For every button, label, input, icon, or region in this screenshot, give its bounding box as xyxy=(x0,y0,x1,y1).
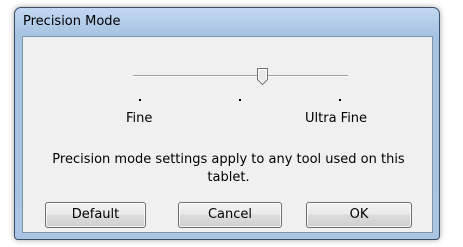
dialog-content: Fine Ultra Fine Precision mode settings … xyxy=(22,36,433,233)
default-button[interactable]: Default xyxy=(45,202,146,228)
dialog-title: Precision Mode xyxy=(23,14,121,29)
slider-label-ultra-fine: Ultra Fine xyxy=(305,111,368,126)
slider-tick-max xyxy=(339,99,341,101)
slider-tick-mid xyxy=(239,99,241,101)
precision-slider[interactable]: Fine Ultra Fine xyxy=(23,37,434,126)
slider-track[interactable] xyxy=(133,75,348,77)
ok-button[interactable]: OK xyxy=(306,202,412,228)
title-bar[interactable]: Precision Mode xyxy=(15,8,439,36)
slider-tick-min xyxy=(139,99,141,101)
slider-thumb[interactable] xyxy=(256,67,269,86)
info-message: Precision mode settings apply to any too… xyxy=(52,152,405,185)
cancel-button[interactable]: Cancel xyxy=(178,202,282,228)
slider-label-fine: Fine xyxy=(126,111,153,126)
precision-mode-dialog: Precision Mode Fine Ultra Fine Precision… xyxy=(14,7,440,240)
